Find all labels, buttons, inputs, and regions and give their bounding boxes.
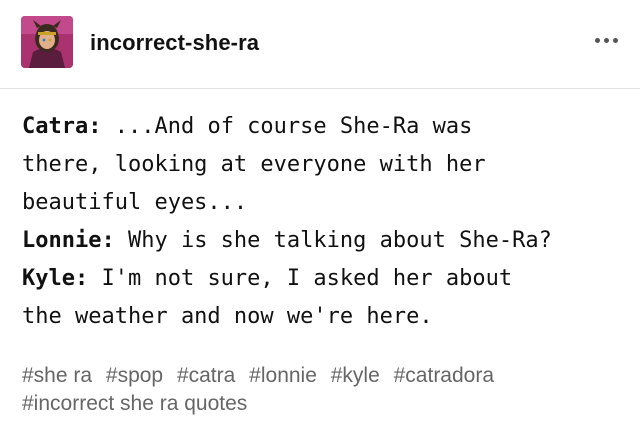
tag-link[interactable]: #spop xyxy=(106,364,163,387)
dot xyxy=(604,38,609,43)
dialogue-text: the weather and now we're here. xyxy=(22,304,433,329)
dialogue-text: ...And of course She-Ra was xyxy=(101,114,473,139)
tag-link[interactable]: #lonnie xyxy=(249,364,317,387)
speaker-name: Lonnie: xyxy=(22,228,115,253)
post-body: Catra: ...And of course She-Ra was there… xyxy=(22,108,622,336)
post-header: incorrect-she-ra xyxy=(0,0,640,89)
blog-avatar[interactable] xyxy=(21,16,73,68)
tags-row: #she ra #spop #catra #lonnie #kyle #catr… xyxy=(22,362,622,390)
dialogue-line: Lonnie: Why is she talking about She-Ra? xyxy=(22,222,622,260)
blog-name-link[interactable]: incorrect-she-ra xyxy=(90,30,259,56)
tag-link[interactable]: #catra xyxy=(177,364,235,387)
dot xyxy=(595,38,600,43)
tag-link[interactable]: #she ra xyxy=(22,364,92,387)
dialogue-line: there, looking at everyone with her xyxy=(22,146,622,184)
dialogue-text: beautiful eyes... xyxy=(22,190,248,215)
dialogue-text: Why is she talking about She-Ra? xyxy=(114,228,552,253)
avatar-image xyxy=(21,16,73,68)
post-tags: #she ra #spop #catra #lonnie #kyle #catr… xyxy=(22,362,622,418)
dialogue-line: Catra: ...And of course She-Ra was xyxy=(22,108,622,146)
tags-row: #incorrect she ra quotes xyxy=(22,390,622,418)
dialogue-line: Kyle: I'm not sure, I asked her about xyxy=(22,260,622,298)
dialogue-text: there, looking at everyone with her xyxy=(22,152,486,177)
dialogue-line: the weather and now we're here. xyxy=(22,298,622,336)
tag-link[interactable]: #kyle xyxy=(331,364,380,387)
dot xyxy=(613,38,618,43)
tag-link[interactable]: #catradora xyxy=(394,364,494,387)
dialogue-text: I'm not sure, I asked her about xyxy=(88,266,513,291)
speaker-name: Kyle: xyxy=(22,266,89,291)
speaker-name: Catra: xyxy=(22,114,102,139)
tag-link[interactable]: #incorrect she ra quotes xyxy=(22,392,247,415)
dialogue-line: beautiful eyes... xyxy=(22,184,622,222)
ellipsis-horizontal-icon[interactable] xyxy=(591,34,622,47)
